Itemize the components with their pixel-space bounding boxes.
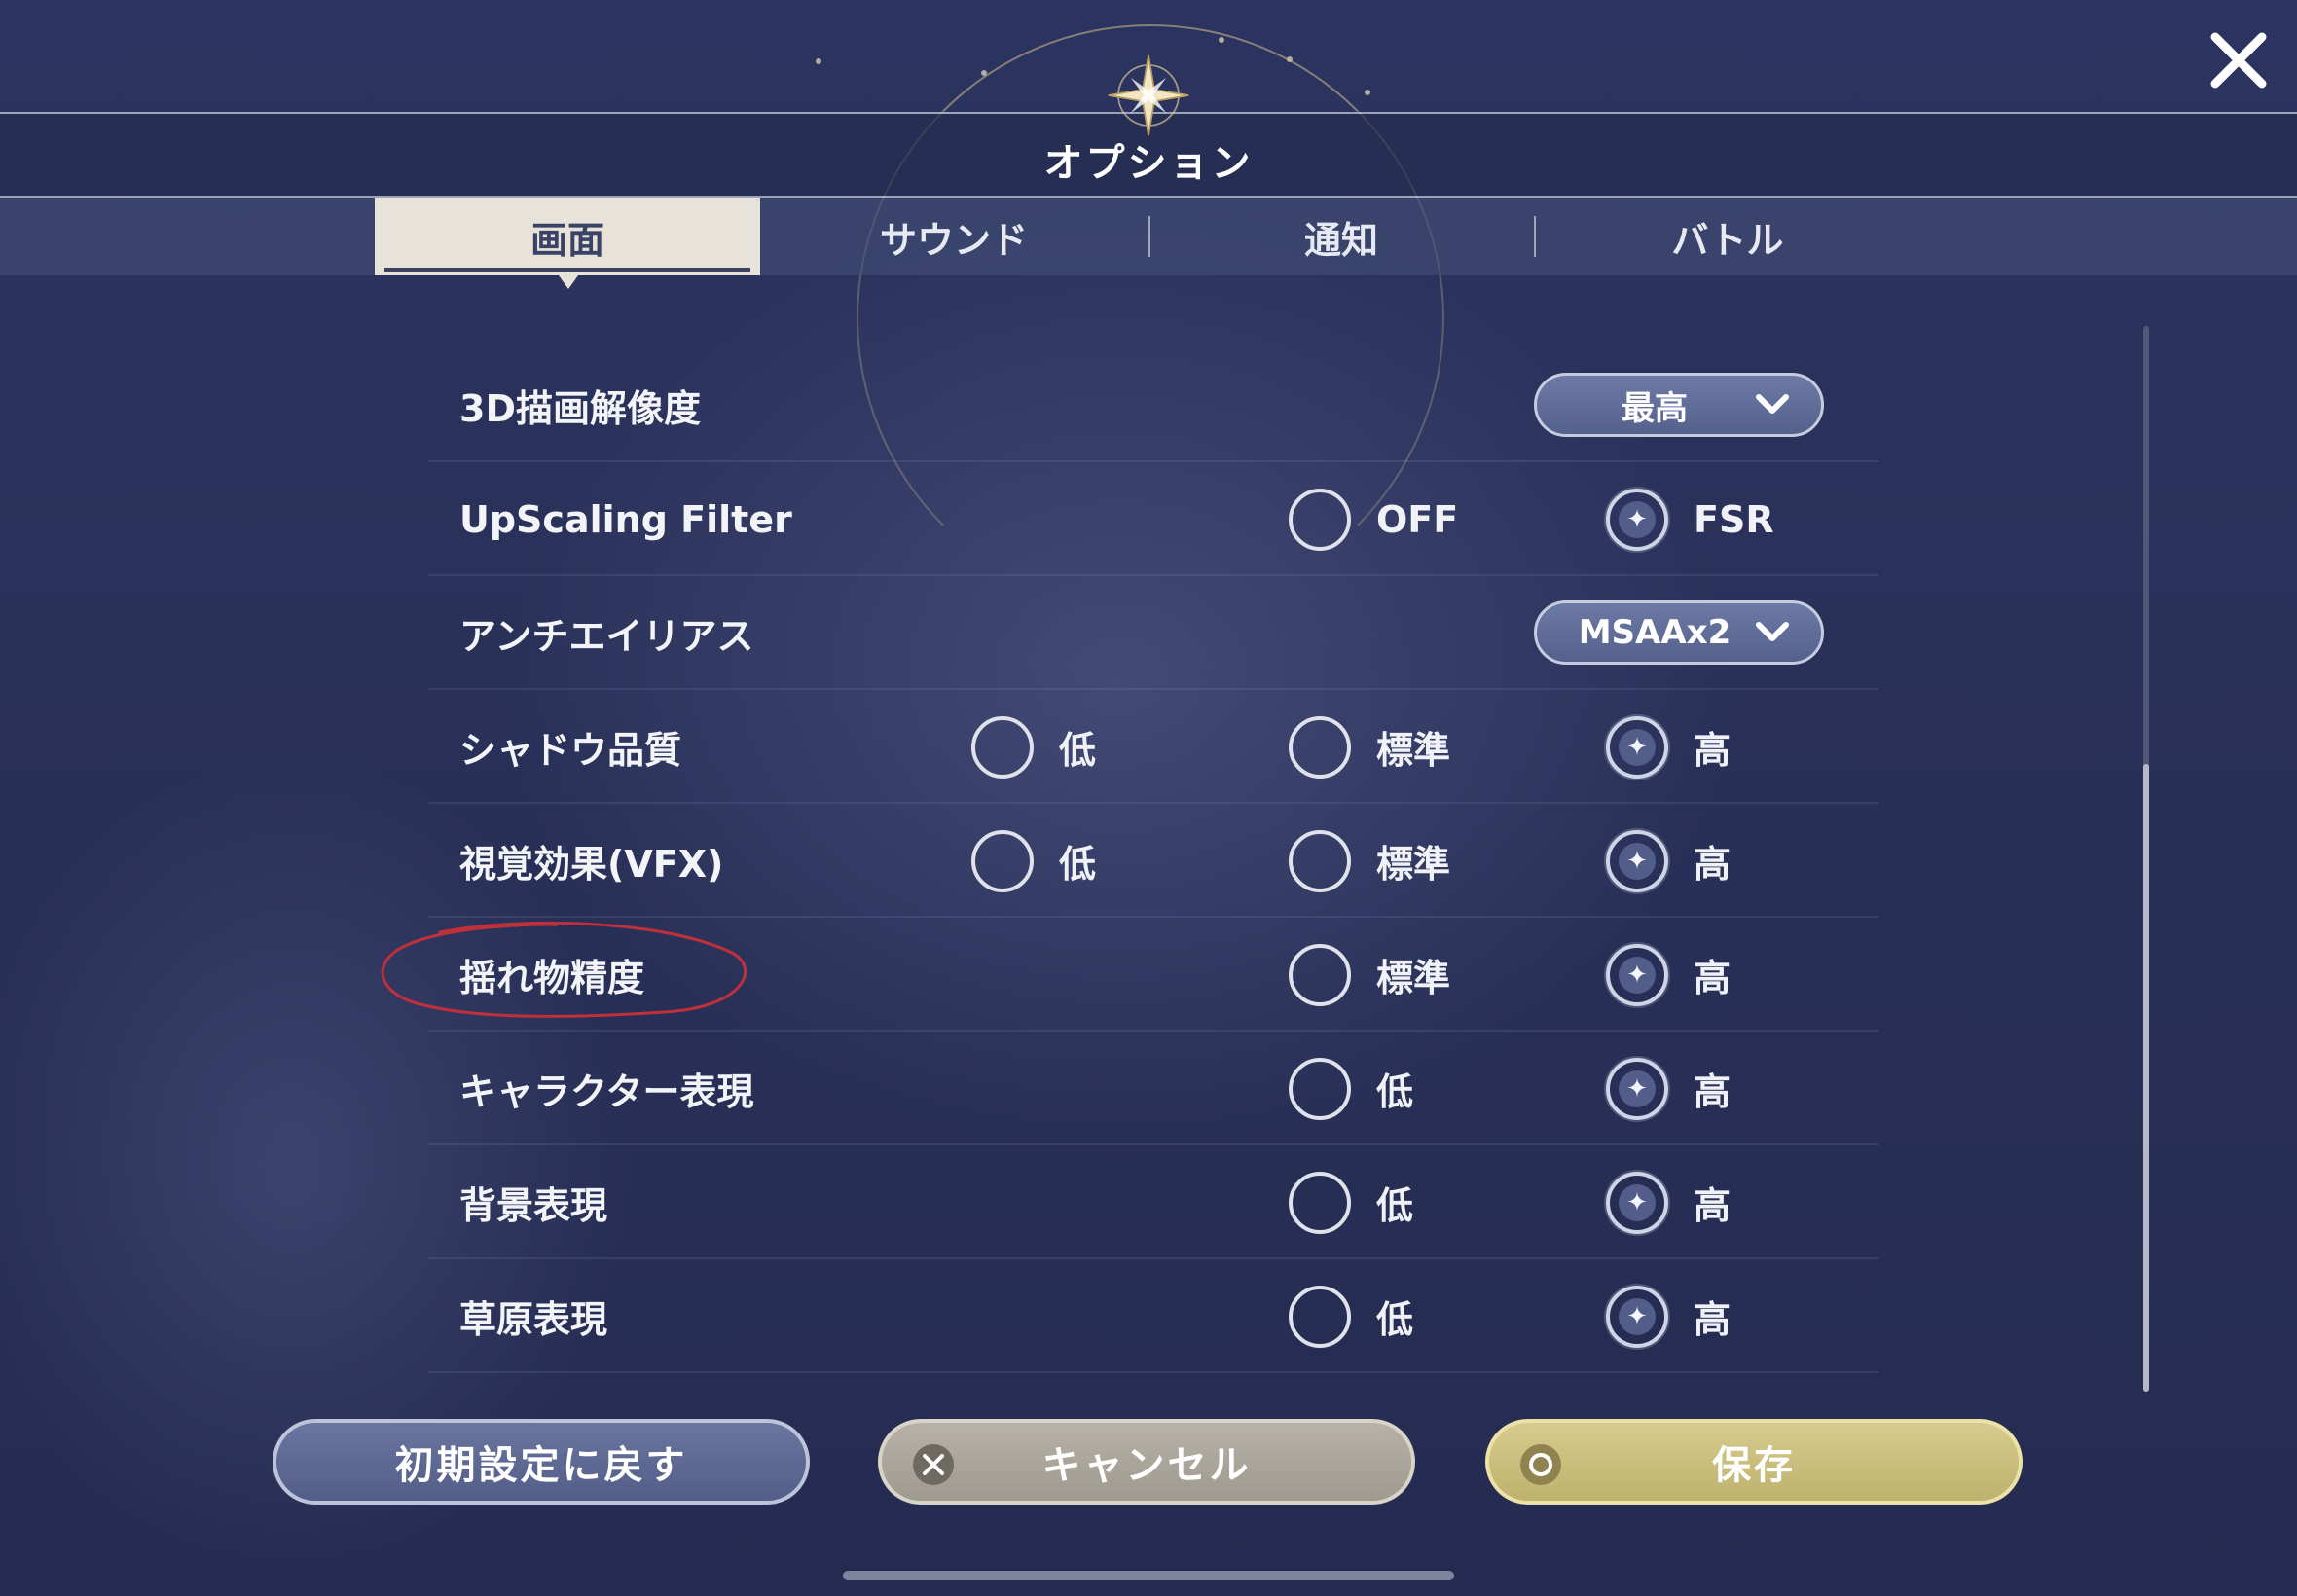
tab-display[interactable]: 画面 <box>375 198 760 275</box>
option-vfx-low[interactable]: 低 <box>971 804 1096 918</box>
antialias-dropdown[interactable]: MSAAx2 <box>1534 600 1824 665</box>
option-shadow-low[interactable]: 低 <box>971 690 1096 804</box>
setting-row-vfx: 視覚効果(VFX) 低 標準 高 <box>428 804 1878 918</box>
x-circle-icon <box>913 1444 954 1485</box>
option-label: 標準 <box>1376 843 1451 886</box>
close-icon[interactable] <box>2207 29 2270 91</box>
setting-label: UpScaling Filter <box>459 497 792 541</box>
option-shadow-high[interactable]: 高 <box>1606 690 1731 804</box>
option-upscaling-off[interactable]: OFF <box>1289 462 1458 576</box>
background-star <box>816 58 821 64</box>
radio-button[interactable] <box>1289 488 1351 551</box>
option-background-low[interactable]: 低 <box>1289 1145 1413 1259</box>
option-label: 高 <box>1694 1184 1732 1227</box>
setting-row-background: 背景表現 低 高 <box>428 1145 1878 1259</box>
radio-button-selected[interactable] <box>1606 715 1668 779</box>
setting-row-shadow: シャドウ品質 低 標準 高 <box>428 690 1878 804</box>
option-shadow-standard[interactable]: 標準 <box>1289 690 1450 804</box>
option-vfx-standard[interactable]: 標準 <box>1289 804 1450 918</box>
tab-label: バトル <box>1671 218 1784 262</box>
tab-label: 通知 <box>1303 218 1378 262</box>
setting-row-grass: 草原表現 低 高 <box>428 1259 1878 1373</box>
chevron-down-icon <box>1743 613 1802 652</box>
option-upscaling-fsr[interactable]: FSR <box>1606 462 1774 576</box>
setting-label: 揺れ物精度 <box>459 957 645 999</box>
setting-label: 背景表現 <box>459 1184 608 1227</box>
dropdown-value: 最高 <box>1622 388 1688 428</box>
option-label: 標準 <box>1376 957 1451 999</box>
tab-sound[interactable]: サウンド <box>761 198 1147 275</box>
resolution-dropdown[interactable]: 最高 <box>1534 373 1824 437</box>
option-character-high[interactable]: 高 <box>1606 1032 1731 1145</box>
button-label: 初期設定に戻す <box>394 1443 688 1488</box>
home-indicator[interactable] <box>843 1571 1454 1580</box>
radio-button-selected[interactable] <box>1606 1171 1668 1234</box>
button-label: 保存 <box>1712 1443 1796 1488</box>
option-label: 高 <box>1694 1298 1732 1341</box>
compass-star-icon <box>1108 54 1189 136</box>
radio-button-selected[interactable] <box>1606 488 1668 551</box>
save-button[interactable]: 保存 <box>1485 1419 2023 1505</box>
radio-button-selected[interactable] <box>1606 829 1668 892</box>
page-title: オプション <box>1043 141 1254 186</box>
option-label: 高 <box>1694 729 1732 772</box>
radio-button-selected[interactable] <box>1606 1285 1668 1348</box>
setting-label: アンチエイリアス <box>459 615 754 658</box>
setting-label: 3D描画解像度 <box>459 387 701 430</box>
option-label: 高 <box>1694 843 1732 886</box>
radio-button[interactable] <box>1289 715 1351 779</box>
option-vfx-high[interactable]: 高 <box>1606 804 1731 918</box>
option-label: OFF <box>1376 497 1459 541</box>
setting-label: キャラクター表現 <box>459 1070 754 1113</box>
option-label: 高 <box>1694 957 1732 999</box>
radio-button[interactable] <box>971 715 1034 779</box>
option-label: 低 <box>1059 729 1097 772</box>
tab-battle[interactable]: バトル <box>1535 198 1920 275</box>
radio-button[interactable] <box>1289 829 1351 892</box>
setting-row-antialias: アンチエイリアス MSAAx2 <box>428 576 1878 690</box>
option-character-low[interactable]: 低 <box>1289 1032 1413 1145</box>
tab-label: 画面 <box>529 218 604 262</box>
chevron-down-icon <box>1743 385 1802 424</box>
setting-label: 視覚効果(VFX) <box>459 843 724 886</box>
setting-label: 草原表現 <box>459 1298 608 1341</box>
option-sway-standard[interactable]: 標準 <box>1289 918 1450 1032</box>
background-star <box>1365 90 1370 95</box>
option-label: 高 <box>1694 1070 1732 1113</box>
option-label: 低 <box>1059 843 1097 886</box>
reset-defaults-button[interactable]: 初期設定に戻す <box>273 1419 810 1505</box>
radio-button[interactable] <box>1289 1171 1351 1234</box>
setting-label: シャドウ品質 <box>459 729 682 772</box>
setting-row-resolution: 3D描画解像度 最高 <box>428 348 1878 462</box>
tab-label: サウンド <box>879 218 1028 262</box>
tab-notification[interactable]: 通知 <box>1148 198 1534 275</box>
option-label: 低 <box>1376 1070 1414 1113</box>
scrollbar-thumb[interactable] <box>2143 764 2149 1392</box>
button-label: キャンセル <box>1041 1443 1252 1488</box>
option-label: 低 <box>1376 1298 1414 1341</box>
option-label: 標準 <box>1376 729 1451 772</box>
active-tab-pointer <box>559 275 578 289</box>
option-grass-low[interactable]: 低 <box>1289 1259 1413 1373</box>
radio-button[interactable] <box>971 829 1034 892</box>
radio-button-selected[interactable] <box>1606 1057 1668 1120</box>
option-grass-high[interactable]: 高 <box>1606 1259 1731 1373</box>
option-label: 低 <box>1376 1184 1414 1227</box>
cancel-button[interactable]: キャンセル <box>878 1419 1415 1505</box>
setting-row-character: キャラクター表現 低 高 <box>428 1032 1878 1145</box>
option-background-high[interactable]: 高 <box>1606 1145 1731 1259</box>
radio-button[interactable] <box>1289 943 1351 1006</box>
setting-row-sway: 揺れ物精度 標準 高 <box>428 918 1878 1032</box>
radio-button[interactable] <box>1289 1285 1351 1348</box>
dropdown-value: MSAAx2 <box>1578 613 1732 652</box>
o-circle-icon <box>1520 1444 1561 1485</box>
setting-row-upscaling: UpScaling Filter OFF FSR <box>428 462 1878 576</box>
radio-button-selected[interactable] <box>1606 943 1668 1006</box>
option-sway-high[interactable]: 高 <box>1606 918 1731 1032</box>
option-label: FSR <box>1694 497 1774 541</box>
radio-button[interactable] <box>1289 1057 1351 1120</box>
